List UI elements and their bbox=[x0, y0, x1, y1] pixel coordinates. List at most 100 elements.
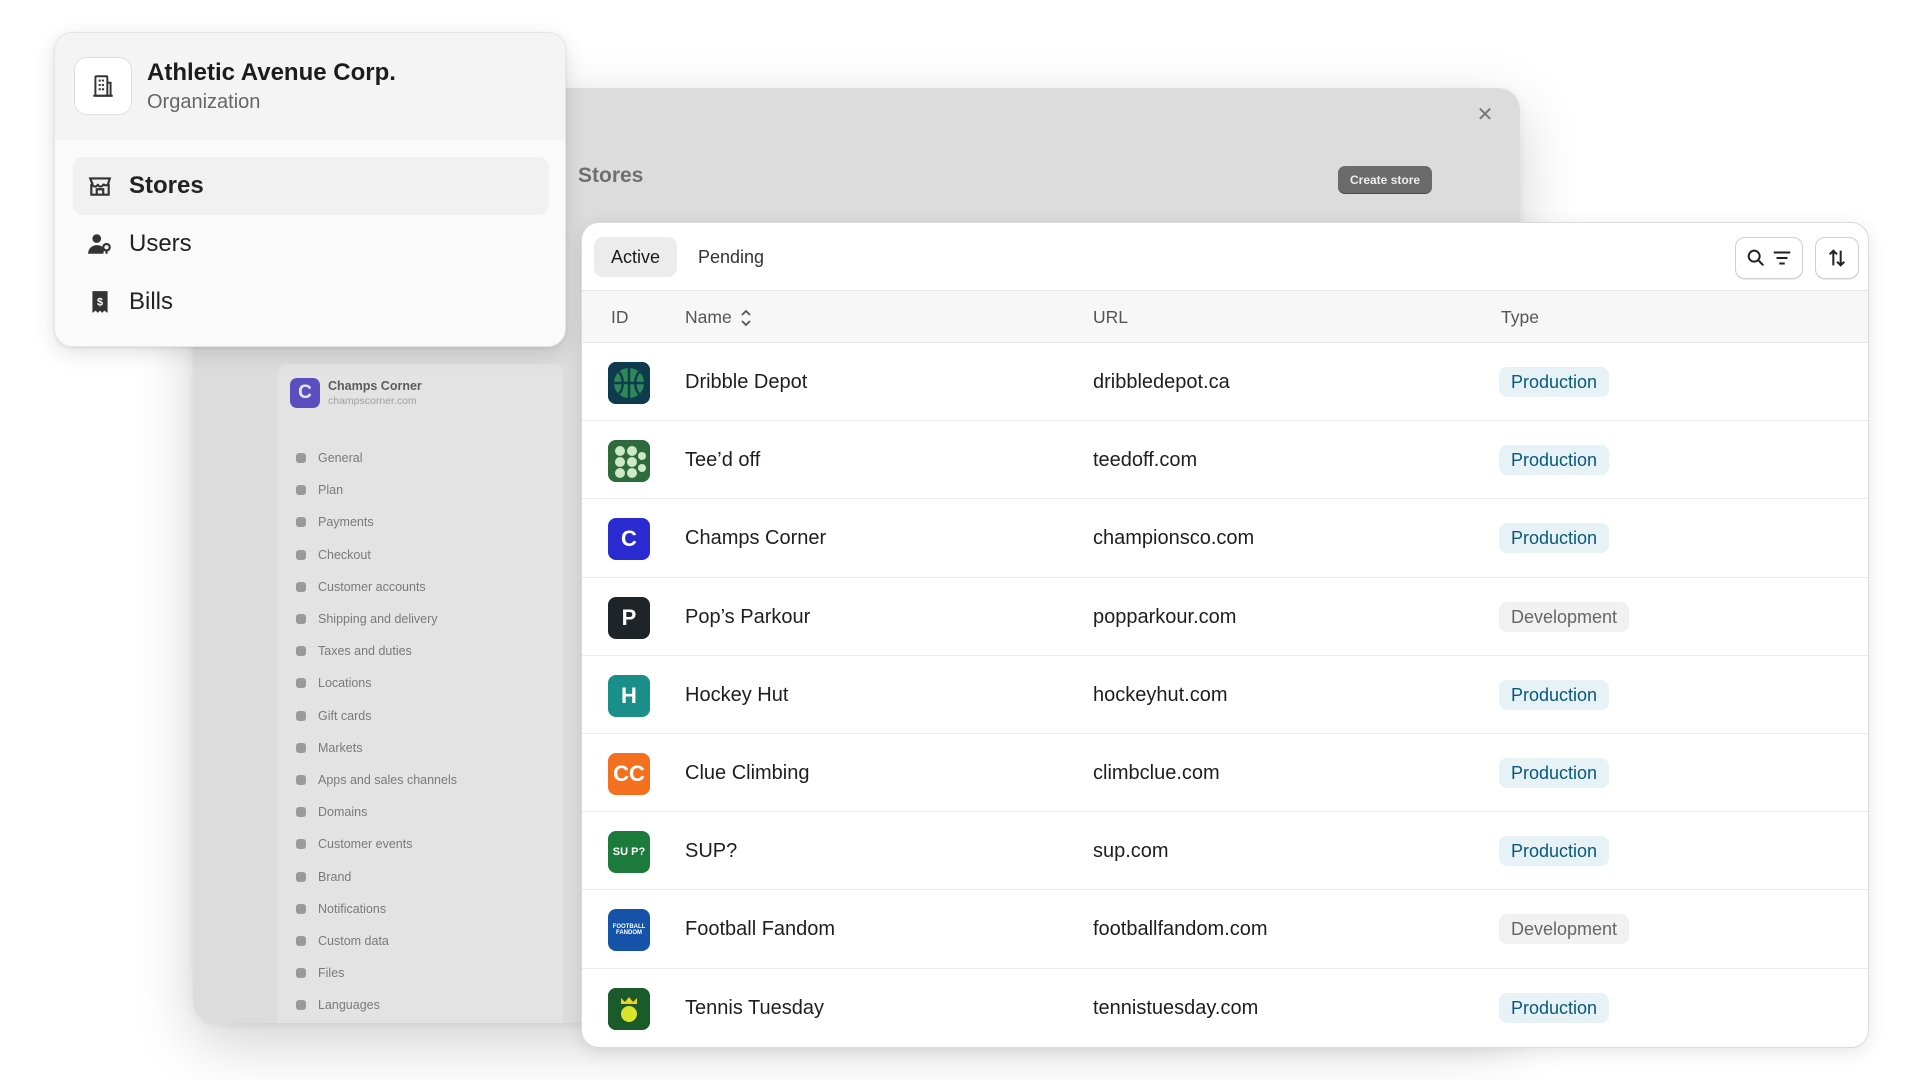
organization-type: Organization bbox=[147, 91, 261, 113]
store-name: Champs Corner bbox=[328, 379, 422, 393]
store-name-cell[interactable]: SUP? bbox=[685, 812, 737, 890]
tab-pending[interactable]: Pending bbox=[681, 237, 781, 277]
store-url-cell[interactable]: climbclue.com bbox=[1093, 734, 1220, 812]
store-logo-mark: FOOTBALL FANDOM bbox=[612, 924, 646, 937]
store-header[interactable]: C Champs Corner champscorner.com bbox=[290, 378, 422, 408]
settings-list: General Plan Payments Checkout Customer acco… bbox=[294, 442, 457, 1021]
store-logo-mark: H bbox=[621, 682, 637, 708]
tab-active[interactable]: Active bbox=[594, 237, 678, 277]
table-row[interactable]: C Champs Corner championsco.com Production bbox=[582, 499, 1868, 578]
store-name-cell[interactable]: Pop’s Parkour bbox=[685, 578, 810, 656]
settings-item[interactable]: Custom data bbox=[294, 925, 457, 957]
settings-item[interactable]: Checkout bbox=[294, 539, 457, 571]
store-logo-icon: CC bbox=[608, 752, 650, 795]
settings-item-label: Custom data bbox=[318, 933, 389, 948]
settings-item[interactable]: Gift cards bbox=[294, 700, 457, 732]
nav-label-users: Users bbox=[129, 230, 192, 257]
settings-item-icon bbox=[294, 612, 308, 626]
settings-item-label: Gift cards bbox=[318, 708, 372, 723]
store-url-cell[interactable]: footballfandom.com bbox=[1093, 890, 1268, 968]
table-body: Dribble Depot dribbledepot.ca Production Te… bbox=[582, 343, 1868, 1047]
stores-table-card: Active Pending ID Name URL Type Dribble … bbox=[581, 222, 1869, 1048]
table-header: ID Name URL Type bbox=[582, 291, 1868, 343]
store-logo-mark: SU P? bbox=[612, 845, 646, 858]
store-logo-mark: P bbox=[621, 604, 637, 630]
nav-label-stores: Stores bbox=[129, 172, 204, 199]
create-store-button[interactable]: Create store bbox=[1338, 166, 1433, 194]
settings-item[interactable]: Markets bbox=[294, 732, 457, 764]
settings-item[interactable]: Notifications bbox=[294, 893, 457, 925]
table-row[interactable]: H Hockey Hut hockeyhut.com Production bbox=[582, 656, 1868, 734]
table-row[interactable]: Tee’d off teedoff.com Production bbox=[582, 421, 1868, 500]
settings-item[interactable]: Customer events bbox=[294, 828, 457, 860]
search-filter-button[interactable] bbox=[1735, 237, 1803, 279]
store-url-cell[interactable]: popparkour.com bbox=[1093, 578, 1236, 656]
store-url-cell[interactable]: dribbledepot.ca bbox=[1093, 343, 1230, 421]
stores-title: Stores bbox=[578, 164, 644, 187]
organization-header[interactable]: Athletic Avenue Corp. Organization bbox=[55, 33, 565, 140]
settings-item-label: Taxes and duties bbox=[318, 644, 412, 659]
table-row[interactable]: P Pop’s Parkour popparkour.com Development bbox=[582, 578, 1868, 656]
settings-item-icon bbox=[294, 580, 308, 594]
store-icon bbox=[88, 177, 112, 196]
sort-button[interactable] bbox=[1815, 237, 1859, 279]
settings-item-label: Payments bbox=[318, 515, 374, 530]
organization-card: Athletic Avenue Corp. Organization Store… bbox=[54, 32, 566, 347]
store-logo-icon: SU P? bbox=[608, 831, 650, 874]
settings-item[interactable]: Payments bbox=[294, 506, 457, 538]
settings-item[interactable]: Customer accounts bbox=[294, 571, 457, 603]
settings-item[interactable]: Apps and sales channels bbox=[294, 764, 457, 796]
nav-item-users[interactable]: Users bbox=[73, 215, 549, 273]
settings-item-icon bbox=[294, 644, 308, 658]
store-url-cell[interactable]: teedoff.com bbox=[1093, 421, 1197, 499]
store-url-cell[interactable]: hockeyhut.com bbox=[1093, 656, 1228, 734]
table-row[interactable]: SU P? SUP? sup.com Production bbox=[582, 812, 1868, 891]
settings-item-label: Shipping and delivery bbox=[318, 612, 438, 627]
column-header-name[interactable]: Name bbox=[685, 291, 752, 343]
settings-item[interactable]: Brand bbox=[294, 860, 457, 892]
store-name-cell[interactable]: Champs Corner bbox=[685, 499, 826, 577]
settings-item[interactable]: General bbox=[294, 442, 457, 474]
settings-item[interactable]: Domains bbox=[294, 796, 457, 828]
store-url-cell[interactable]: sup.com bbox=[1093, 812, 1169, 890]
settings-item-label: Apps and sales channels bbox=[318, 772, 457, 787]
settings-item-label: Notifications bbox=[318, 901, 387, 916]
settings-item-label: Files bbox=[318, 966, 345, 981]
settings-item[interactable]: Taxes and duties bbox=[294, 635, 457, 667]
store-name-cell[interactable]: Tennis Tuesday bbox=[685, 969, 824, 1047]
settings-item[interactable]: Plan bbox=[294, 474, 457, 506]
table-row[interactable]: FOOTBALL FANDOM Football Fandom footballfa… bbox=[582, 890, 1868, 969]
store-type-badge: Production bbox=[1499, 445, 1610, 476]
settings-item-label: Customer events bbox=[318, 837, 413, 852]
settings-item[interactable]: Shipping and delivery bbox=[294, 603, 457, 635]
settings-item[interactable]: Languages bbox=[294, 989, 457, 1021]
store-name-cell[interactable]: Hockey Hut bbox=[685, 656, 788, 734]
settings-item-label: Domains bbox=[318, 805, 368, 820]
table-row[interactable]: Tennis Tuesday tennistuesday.com Productio… bbox=[582, 969, 1868, 1047]
store-name-cell[interactable]: Clue Climbing bbox=[685, 734, 810, 812]
store-logo-icon: H bbox=[608, 674, 650, 717]
settings-item-label: Plan bbox=[318, 483, 344, 498]
settings-item-icon bbox=[294, 966, 308, 980]
store-url-cell[interactable]: championsco.com bbox=[1093, 499, 1254, 577]
nav-item-bills[interactable]: $ Bills bbox=[73, 273, 549, 331]
close-icon[interactable]: ✕ bbox=[1472, 102, 1498, 128]
store-type-badge: Production bbox=[1499, 367, 1610, 397]
settings-item[interactable]: Files bbox=[294, 957, 457, 989]
store-logo-icon: FOOTBALL FANDOM bbox=[608, 909, 650, 952]
table-row[interactable]: CC Clue Climbing climbclue.com Production bbox=[582, 734, 1868, 813]
settings-item-label: Checkout bbox=[318, 547, 371, 562]
settings-item-icon bbox=[294, 483, 308, 497]
store-name-cell[interactable]: Dribble Depot bbox=[685, 343, 807, 421]
table-row[interactable]: Dribble Depot dribbledepot.ca Production bbox=[582, 343, 1868, 422]
store-logo-icon: P bbox=[608, 596, 650, 639]
users-icon bbox=[88, 234, 111, 254]
column-header-url: URL bbox=[1093, 307, 1129, 327]
store-url: champscorner.com bbox=[328, 395, 417, 407]
settings-item-icon bbox=[294, 870, 308, 884]
settings-item[interactable]: Locations bbox=[294, 667, 457, 699]
nav-item-stores[interactable]: Stores bbox=[73, 157, 549, 215]
store-name-cell[interactable]: Football Fandom bbox=[685, 890, 835, 968]
store-url-cell[interactable]: tennistuesday.com bbox=[1093, 969, 1258, 1047]
store-name-cell[interactable]: Tee’d off bbox=[685, 421, 760, 499]
